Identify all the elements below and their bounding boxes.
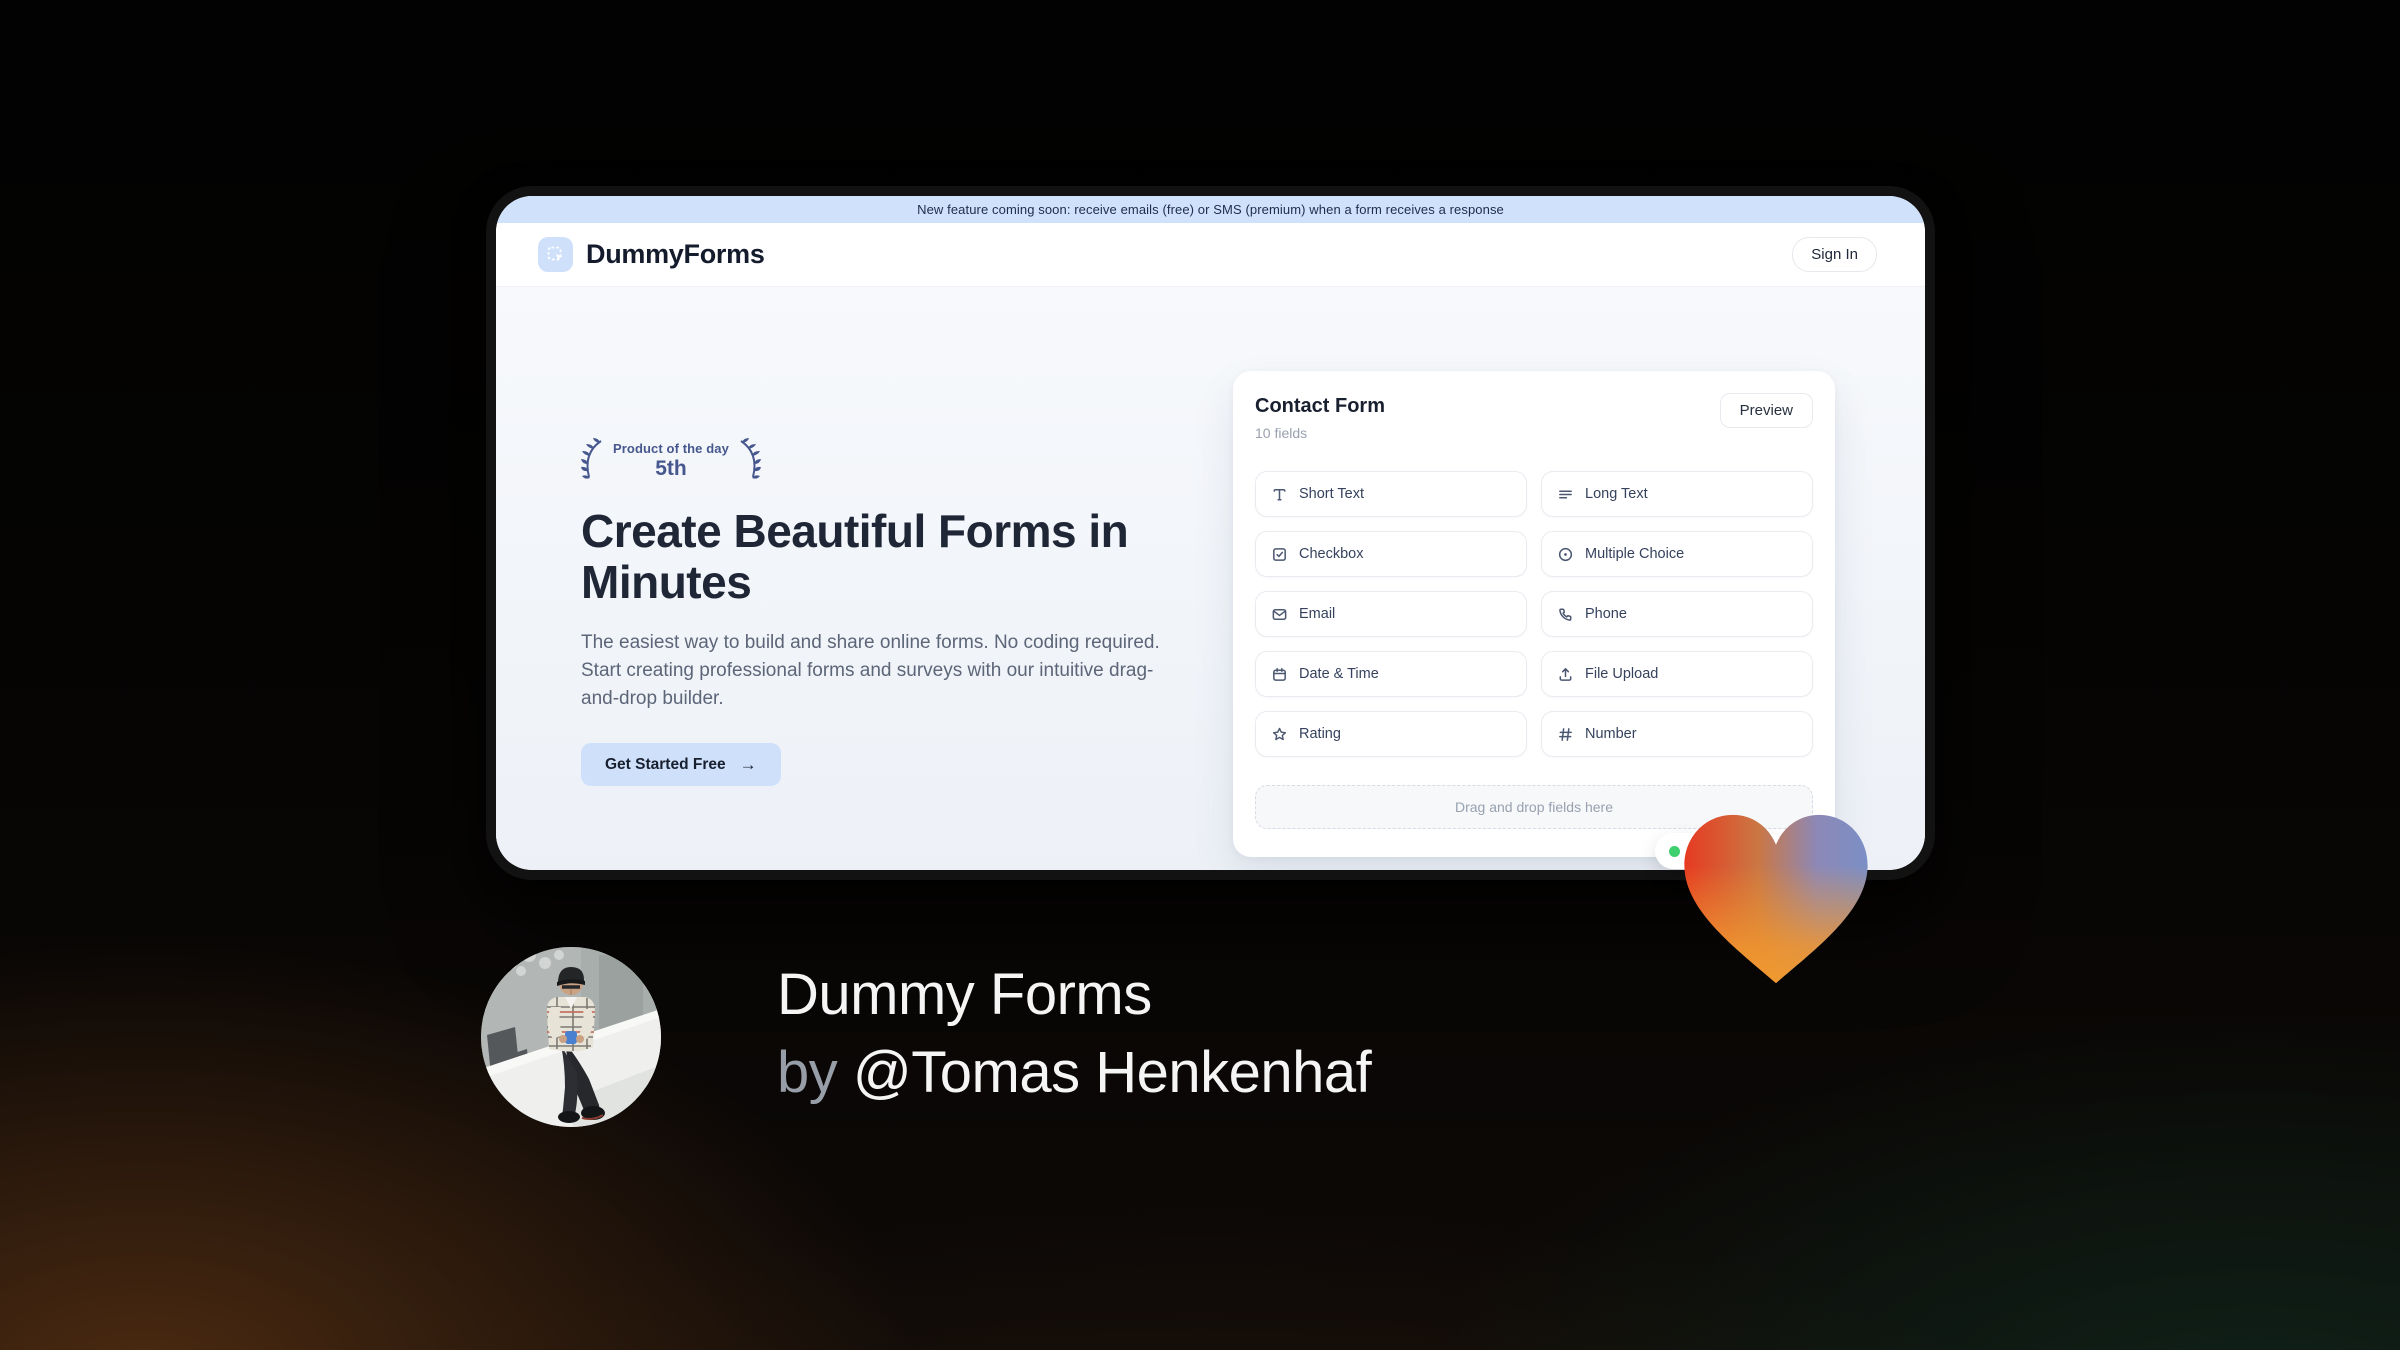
form-builder-panel: Contact Form 10 fields Preview Short Tex… (1233, 371, 1835, 857)
caption-block: Dummy Forms by @Tomas Henkenhaf (777, 956, 1372, 1112)
phone-icon (1559, 608, 1572, 621)
gradient-heart-icon (1684, 814, 1868, 984)
field-chip-multiple-choice[interactable]: Multiple Choice (1541, 531, 1813, 577)
multiple-choice-icon (1558, 547, 1573, 561)
green-dot-icon (1669, 845, 1680, 857)
announcement-text: New feature coming soon: receive emails … (917, 202, 1504, 217)
hero-section: Product of the day 5th Create Beautiful … (496, 287, 1925, 870)
caption-byline: by @Tomas Henkenhaf (777, 1034, 1372, 1112)
star-icon (1272, 727, 1287, 740)
browser-window: New feature coming soon: receive emails … (486, 186, 1935, 880)
field-chip-long-text[interactable]: Long Text (1541, 471, 1813, 517)
avatar-photo-illustration (481, 947, 661, 1127)
laurel-right-icon (740, 438, 761, 479)
preview-button[interactable]: Preview (1719, 393, 1813, 428)
field-chip-date-time[interactable]: Date & Time (1255, 651, 1527, 697)
cta-label: Get Started Free (605, 755, 726, 773)
field-chip-short-text[interactable]: Short Text (1255, 471, 1527, 517)
promo-canvas: New feature coming soon: receive emails … (0, 0, 2400, 1350)
dropzone-text: Drag and drop fields here (1455, 799, 1613, 815)
long-text-icon (1559, 489, 1572, 499)
arrow-right-icon: → (739, 754, 757, 774)
field-chip-checkbox[interactable]: Checkbox (1255, 531, 1527, 577)
short-text-icon (1273, 488, 1286, 500)
caption-author: @Tomas Henkenhaf (852, 1040, 1372, 1105)
field-chip-file-upload[interactable]: File Upload (1541, 651, 1813, 697)
hash-icon (1559, 727, 1572, 741)
email-icon (1272, 608, 1287, 620)
calendar-icon (1273, 667, 1286, 681)
award-label: Product of the day (613, 441, 729, 456)
field-chip-number[interactable]: Number (1541, 711, 1813, 757)
site-page: New feature coming soon: receive emails … (496, 196, 1925, 870)
checkbox-icon (1273, 547, 1286, 561)
site-header: DummyForms Sign In (496, 223, 1925, 287)
upload-icon (1559, 667, 1572, 681)
field-chip-rating[interactable]: Rating (1255, 711, 1527, 757)
hero-description: The easiest way to build and share onlin… (581, 632, 1160, 710)
laurel-left-icon (581, 438, 602, 479)
hero-title: Create Beautiful Forms in Minutes (581, 505, 1129, 608)
dashed-select-cursor-icon (547, 246, 562, 261)
caption-by-prefix: by (777, 1040, 853, 1105)
field-chip-email[interactable]: Email (1255, 591, 1527, 637)
field-type-grid: Short Text Long Text Checkbox Multiple C… (1255, 471, 1813, 757)
award-rank: 5th (655, 457, 687, 480)
sign-in-button[interactable]: Sign In (1792, 237, 1877, 272)
product-of-day-badge: Product of the day 5th (581, 437, 761, 485)
announcement-banner[interactable]: New feature coming soon: receive emails … (496, 196, 1925, 223)
brand-name: DummyForms (586, 239, 765, 269)
author-avatar (481, 947, 661, 1127)
caption-title: Dummy Forms (777, 962, 1152, 1027)
get-started-button[interactable]: Get Started Free → (581, 743, 781, 786)
field-chip-phone[interactable]: Phone (1541, 591, 1813, 637)
app-logo[interactable] (538, 237, 573, 272)
